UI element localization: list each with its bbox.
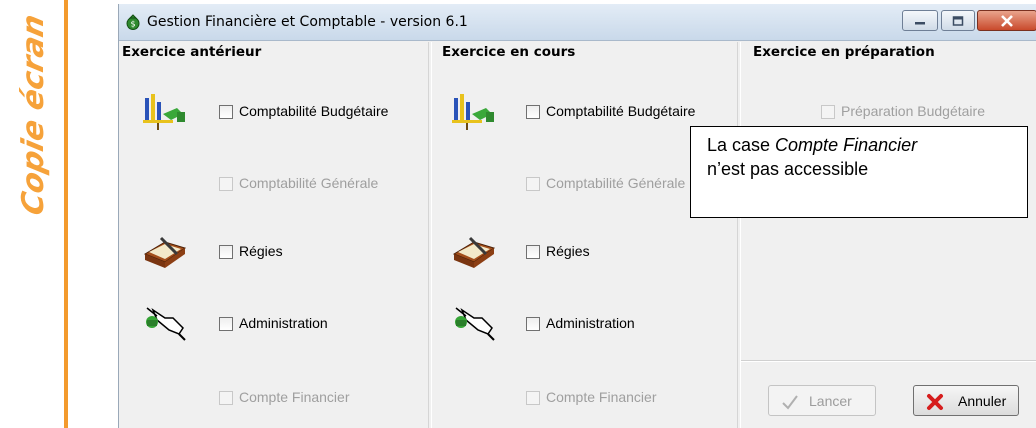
button-label: Lancer xyxy=(809,393,852,409)
checkbox-disabled xyxy=(821,105,835,119)
option-label: Comptabilité Budgétaire xyxy=(546,103,696,119)
side-label-text: Copie écran xyxy=(16,11,51,219)
column-title: Exercice en cours xyxy=(442,44,576,60)
checkbox[interactable] xyxy=(219,317,233,331)
column-exercice-en-preparation: Exercice en préparation Préparation Budg… xyxy=(740,42,1036,428)
hand-cursor-icon xyxy=(146,307,186,341)
checkmark-icon xyxy=(782,395,798,410)
copie-ecran-label: Copie écran xyxy=(8,6,58,306)
maximize-icon xyxy=(952,15,964,26)
checkbox-disabled xyxy=(526,177,540,191)
column-title: Exercice en préparation xyxy=(753,44,935,60)
close-button[interactable] xyxy=(977,10,1036,31)
option-comptabilite-budgetaire[interactable]: Comptabilité Budgétaire xyxy=(143,94,423,130)
book-pen-icon xyxy=(143,236,187,268)
annotation-callout: La case Compte Financier n’est pas acces… xyxy=(690,126,1028,218)
column-exercice-en-cours: Exercice en cours Comptabilité Budgétair… xyxy=(431,42,738,428)
column-exercice-anterieur: Exercice antérieur Comptabilité Budgétai… xyxy=(119,42,429,428)
option-label: Compte Financier xyxy=(239,389,350,405)
checkbox-disabled xyxy=(219,177,233,191)
hand-cursor-icon xyxy=(455,307,495,341)
red-x-icon xyxy=(927,394,943,410)
callout-text-before: La case xyxy=(707,135,776,155)
option-preparation-budgetaire: Préparation Budgétaire xyxy=(821,102,1036,126)
checkbox[interactable] xyxy=(526,245,540,259)
money-bag-icon: $ xyxy=(126,14,140,30)
title-bar[interactable]: $ Gestion Financière et Comptable - vers… xyxy=(119,4,1036,41)
checkbox[interactable] xyxy=(526,105,540,119)
option-label: Régies xyxy=(546,243,590,259)
minimize-icon xyxy=(915,21,925,24)
book-pen-icon xyxy=(452,236,496,268)
option-compte-financier: Compte Financier xyxy=(452,388,732,412)
checkbox-disabled xyxy=(526,391,540,405)
svg-text:$: $ xyxy=(130,20,135,29)
option-label: Administration xyxy=(239,315,328,331)
window-title: Gestion Financière et Comptable - versio… xyxy=(147,14,468,30)
option-regies[interactable]: Régies xyxy=(143,236,423,268)
column-title: Exercice antérieur xyxy=(122,44,262,60)
checkbox-disabled xyxy=(219,391,233,405)
maximize-button[interactable] xyxy=(941,10,975,31)
callout-text-em: Compte Financier xyxy=(775,135,918,155)
annuler-button[interactable]: Annuler xyxy=(913,385,1019,416)
option-administration[interactable]: Administration xyxy=(452,307,732,341)
minimize-button[interactable] xyxy=(902,10,938,31)
budget-chart-icon xyxy=(143,94,185,130)
option-label: Comptabilité Budgétaire xyxy=(239,103,389,119)
close-icon xyxy=(1001,14,1013,27)
orange-margin-bar xyxy=(64,0,68,428)
budget-chart-icon xyxy=(452,94,494,130)
button-label: Annuler xyxy=(958,393,1007,409)
option-administration[interactable]: Administration xyxy=(143,307,423,341)
option-label: Préparation Budgétaire xyxy=(841,103,985,119)
option-comptabilite-budgetaire[interactable]: Comptabilité Budgétaire xyxy=(452,94,732,130)
option-label: Comptabilité Générale xyxy=(239,175,379,191)
option-label: Régies xyxy=(239,243,283,259)
option-comptabilite-generale: Comptabilité Générale xyxy=(143,174,423,198)
option-label: Comptabilité Générale xyxy=(546,175,686,191)
checkbox[interactable] xyxy=(219,105,233,119)
option-regies[interactable]: Régies xyxy=(452,236,732,268)
option-label: Administration xyxy=(546,315,635,331)
checkbox[interactable] xyxy=(526,317,540,331)
option-compte-financier: Compte Financier xyxy=(143,388,423,412)
checkbox[interactable] xyxy=(219,245,233,259)
lancer-button[interactable]: Lancer xyxy=(768,385,876,416)
option-label: Compte Financier xyxy=(546,389,657,405)
divider xyxy=(741,360,1036,362)
callout-text-after: n’est pas accessible xyxy=(707,159,869,179)
